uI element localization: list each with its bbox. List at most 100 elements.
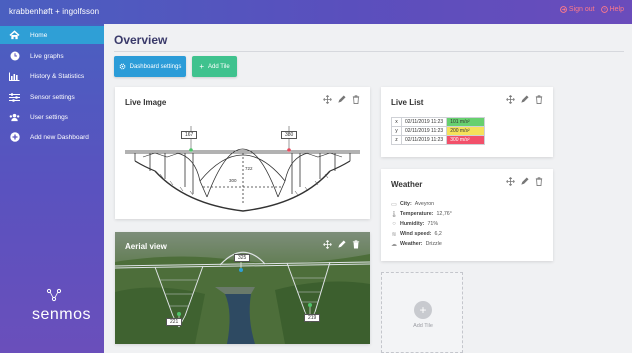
add-tile-button[interactable]: + Add Tile: [192, 56, 237, 77]
sliders-icon: [9, 92, 20, 103]
table-row: x 02/11/2019 11:23 101 m/s²: [391, 117, 486, 127]
axis-cell: x: [391, 117, 402, 127]
temperature-value: 12,76°: [436, 211, 452, 217]
humidity-label: Humidity:: [400, 221, 425, 227]
sidebar-item-add-dashboard[interactable]: Add new Dashboard: [0, 128, 104, 146]
sidebar-item-history[interactable]: History & Statistics: [0, 67, 104, 85]
sensor-tag-right[interactable]: 219: [304, 314, 321, 322]
card-tools: [323, 240, 360, 249]
condition-value: Drizzle: [425, 241, 442, 247]
weather-card: Weather ▭ City: Aveyron 🌡 Temperature: 1…: [381, 169, 553, 261]
thermometer-icon: 🌡: [390, 211, 398, 218]
move-icon[interactable]: [506, 95, 515, 104]
svg-text:?: ?: [603, 7, 606, 12]
weather-humidity-row: ○ Humidity: 71%: [391, 219, 452, 229]
weather-wind-row: ≋ Wind speed: 6,2: [391, 229, 452, 239]
logo-mark-icon: [46, 288, 62, 302]
home-icon: [9, 30, 20, 41]
bridge-drawing: 722 300: [125, 126, 360, 212]
sidebar: Home Live graphs History & Statistics Se…: [0, 24, 104, 353]
sidebar-item-sensor-settings[interactable]: Sensor settings: [0, 88, 104, 106]
sidebar-item-label: Sensor settings: [30, 93, 75, 101]
dashboard-settings-label: Dashboard settings: [129, 63, 182, 70]
sensor-tag-right[interactable]: 380: [281, 131, 298, 139]
time-cell: 02/11/2019 11:23: [400, 135, 448, 145]
humidity-value: 71%: [427, 221, 439, 227]
sensor-dot-left[interactable]: [189, 148, 193, 152]
trash-icon[interactable]: [351, 240, 360, 249]
sensor-tag-top[interactable]: 325: [234, 254, 251, 262]
time-cell: 02/11/2019 11:23: [400, 117, 448, 127]
move-icon[interactable]: [323, 240, 332, 249]
city-icon: ▭: [391, 201, 397, 208]
dashboard-settings-button[interactable]: Dashboard settings: [114, 56, 186, 77]
sensor-dot-top[interactable]: [239, 268, 243, 272]
axis-cell: z: [391, 135, 402, 145]
weather-city-row: ▭ City: Aveyron: [391, 199, 452, 209]
trash-icon[interactable]: [534, 95, 543, 104]
card-title: Live Image: [125, 98, 167, 107]
edit-icon[interactable]: [520, 177, 529, 186]
wind-value: 6,2: [434, 231, 442, 237]
live-list-card: Live List x 02/11/2019 11:23 101 m/s² y …: [381, 87, 553, 157]
droplet-icon: ○: [392, 221, 396, 227]
cloud-icon: ☁: [391, 241, 397, 248]
sidebar-item-label: Home: [30, 31, 48, 39]
users-icon: [9, 112, 20, 123]
help-button[interactable]: ? Help: [600, 6, 624, 13]
city-value: Aveyron: [414, 201, 435, 207]
weather-temp-row: 🌡 Temperature: 12,76°: [390, 209, 452, 219]
trash-icon[interactable]: [534, 177, 543, 186]
add-tile-placeholder[interactable]: + Add Tile: [381, 272, 463, 353]
sensor-tag-left[interactable]: 167: [181, 131, 198, 139]
temperature-label: Temperature:: [400, 211, 434, 217]
card-title: Live List: [391, 98, 424, 107]
wind-label: Wind speed:: [400, 231, 432, 237]
help-icon: ?: [600, 6, 608, 13]
card-tools: [323, 95, 360, 104]
gear-icon: [119, 63, 126, 70]
sensor-dot-left[interactable]: [177, 312, 181, 316]
sensor-dot-right[interactable]: [287, 148, 291, 152]
top-actions: Sign out ? Help: [559, 6, 624, 13]
edit-icon[interactable]: [337, 95, 346, 104]
trash-icon[interactable]: [351, 95, 360, 104]
sensor-dot-right[interactable]: [308, 303, 312, 307]
card-title: Weather: [391, 180, 423, 189]
title-divider: [114, 51, 624, 52]
time-cell: 02/11/2019 11:23: [400, 126, 448, 136]
sidebar-item-home[interactable]: Home: [0, 26, 104, 44]
plus-circle-icon[interactable]: +: [414, 301, 432, 319]
add-tile-placeholder-label: Add Tile: [413, 323, 433, 329]
sign-out-label: Sign out: [568, 6, 595, 13]
drawing-dim-2: 300: [229, 178, 237, 183]
card-tools: [506, 95, 543, 104]
page-title: Overview: [114, 33, 168, 47]
senmos-logo: senmos: [32, 306, 92, 323]
table-row: y 02/11/2019 11:23 200 m/s²: [391, 126, 486, 136]
card-tools: [506, 177, 543, 186]
sidebar-item-user-settings[interactable]: User settings: [0, 108, 104, 126]
edit-icon[interactable]: [337, 240, 346, 249]
value-cell: 300 m/s²: [446, 135, 486, 145]
live-image-card: Live Image 722 300 167 380: [115, 87, 370, 219]
condition-label: Weather:: [400, 241, 423, 247]
move-icon[interactable]: [323, 95, 332, 104]
add-tile-label: Add Tile: [207, 63, 230, 70]
live-list-table: x 02/11/2019 11:23 101 m/s² y 02/11/2019…: [391, 117, 486, 145]
card-title: Aerial view: [125, 242, 167, 251]
sidebar-item-label: User settings: [30, 113, 68, 121]
value-cell: 101 m/s²: [446, 117, 486, 127]
aerial-view-card: Aerial view 325 221 219: [115, 232, 370, 344]
wind-icon: ≋: [391, 231, 397, 238]
value-cell: 200 m/s²: [446, 126, 486, 136]
sidebar-item-live-graphs[interactable]: Live graphs: [0, 47, 104, 65]
sidebar-item-label: History & Statistics: [30, 72, 85, 80]
plus-icon: +: [199, 62, 204, 71]
help-label: Help: [609, 6, 624, 13]
sign-out-button[interactable]: Sign out: [559, 6, 595, 13]
sensor-tag-left[interactable]: 221: [166, 318, 183, 326]
plus-circle-icon: [9, 132, 20, 143]
move-icon[interactable]: [506, 177, 515, 186]
edit-icon[interactable]: [520, 95, 529, 104]
